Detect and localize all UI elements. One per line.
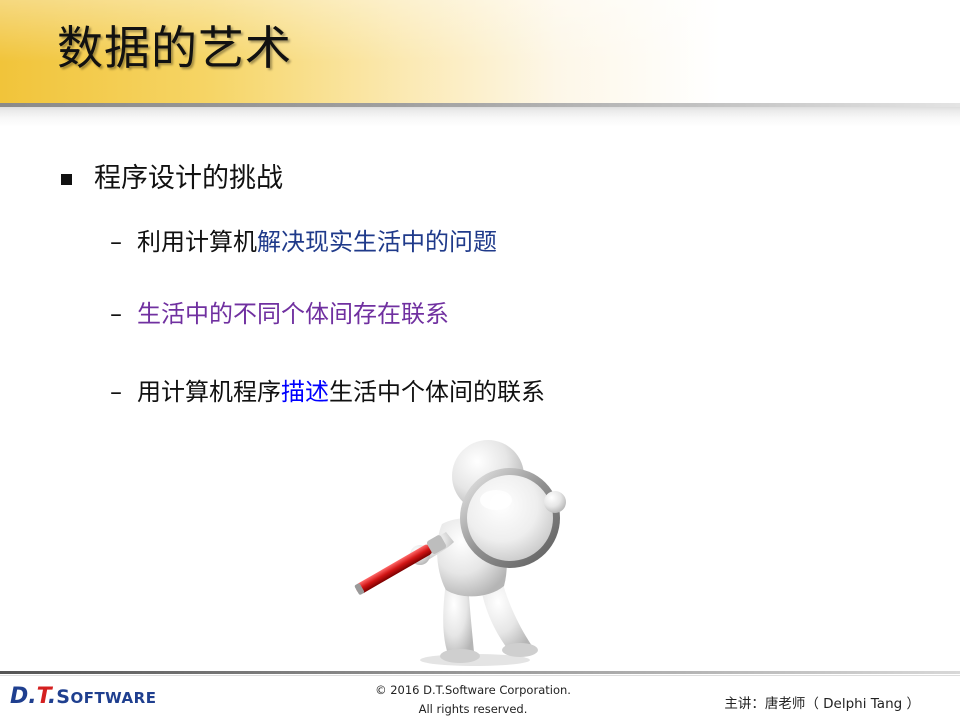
square-bullet-icon xyxy=(61,174,72,185)
sub-bullet-2-part-1: 生活中的不同个体间存在联系 xyxy=(137,300,449,328)
sub-bullet-2: 生活中的不同个体间存在联系 xyxy=(137,297,449,331)
footer-divider xyxy=(0,671,960,674)
logo-dt-d: D. xyxy=(10,684,37,709)
logo-dt-dot: . xyxy=(47,684,57,709)
lecturer-credit: 主讲：唐老师（ Delphi Tang ） xyxy=(724,696,920,712)
person-with-magnifying-glass-icon xyxy=(354,440,566,666)
copyright: © 2016 D.T.Software Corporation. All rig… xyxy=(300,681,646,719)
sub-bullet-3-part-1: 用计算机程序 xyxy=(137,378,281,406)
sub-bullet-1: 利用计算机解决现实生活中的问题 xyxy=(137,225,497,259)
sub-bullet-1-part-2: 解决现实生活中的问题 xyxy=(257,228,497,256)
sub-bullet-1-part-1: 利用计算机 xyxy=(137,228,257,256)
dt-software-logo: D.T.SOFTWARE xyxy=(10,684,156,714)
slide: 数据的艺术 程序设计的挑战 – 利用计算机解决现实生活中的问题 – 生活中的不同… xyxy=(0,0,960,720)
dash-bullet-1: – xyxy=(110,228,122,256)
dash-bullet-3: – xyxy=(110,378,122,406)
logo-software-rest: OFTWARE xyxy=(70,689,157,707)
sub-bullet-3-part-2: 描述 xyxy=(281,378,329,406)
title-divider xyxy=(0,103,960,107)
footer-divider-thin xyxy=(0,675,960,676)
logo-dt-t: T xyxy=(36,684,48,709)
sub-bullet-3-part-3: 生活中个体间的联系 xyxy=(329,378,545,406)
sub-bullet-3: 用计算机程序描述生活中个体间的联系 xyxy=(137,375,545,409)
logo-software-s: S xyxy=(56,686,71,708)
dash-bullet-2: – xyxy=(110,300,122,328)
bullet-level1-text: 程序设计的挑战 xyxy=(94,163,283,194)
copyright-line-1: © 2016 D.T.Software Corporation. xyxy=(375,683,571,697)
slide-title: 数据的艺术 xyxy=(57,21,292,75)
copyright-line-2: All rights reserved. xyxy=(418,702,528,716)
